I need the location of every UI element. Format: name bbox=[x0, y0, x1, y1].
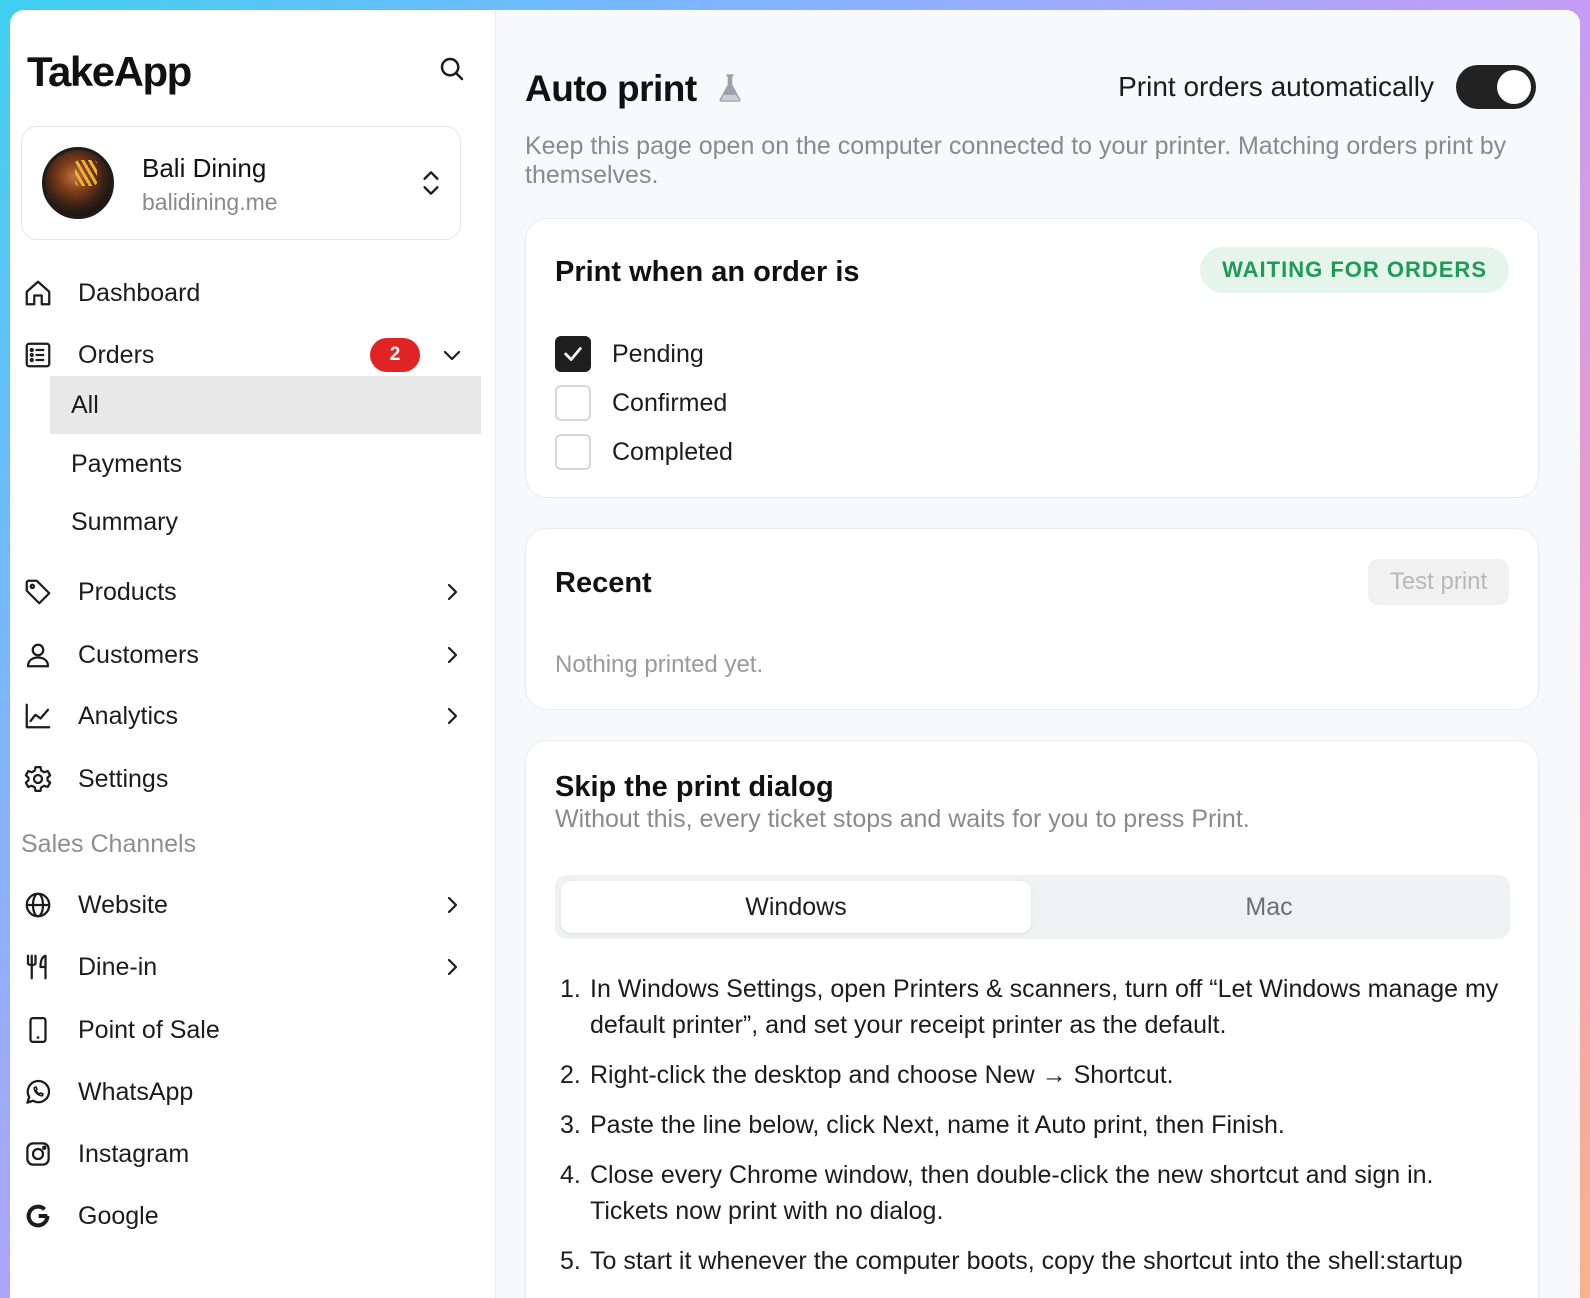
chevron-up-down-icon bbox=[423, 171, 439, 195]
card-title: Skip the print dialog bbox=[555, 771, 834, 803]
gear-icon bbox=[24, 766, 52, 792]
checkbox-row-completed[interactable]: Completed bbox=[555, 434, 733, 470]
completed-checkbox[interactable] bbox=[555, 434, 591, 470]
sidebar-item-label: Products bbox=[78, 577, 177, 606]
instagram-icon bbox=[26, 1142, 50, 1166]
search-icon[interactable] bbox=[437, 54, 467, 84]
google-icon bbox=[26, 1204, 50, 1228]
confirmed-checkbox[interactable] bbox=[555, 385, 591, 421]
sidebar-item-orders[interactable]: Orders 2 bbox=[23, 330, 468, 380]
checkbox-label: Confirmed bbox=[612, 388, 728, 417]
fork-knife-icon bbox=[26, 954, 47, 980]
sidebar-item-point-of-sale[interactable]: Point of Sale bbox=[23, 1005, 468, 1055]
line-chart-icon bbox=[25, 703, 51, 729]
chevron-right-icon bbox=[447, 896, 458, 914]
sidebar-item-google[interactable]: Google bbox=[23, 1191, 468, 1241]
whatsapp-icon bbox=[26, 1079, 51, 1104]
checkbox-label: Completed bbox=[612, 437, 733, 466]
sidebar-item-label: Point of Sale bbox=[78, 1015, 220, 1044]
sidebar-item-products[interactable]: Products bbox=[23, 567, 468, 617]
sidebar-subitem-label: All bbox=[71, 390, 99, 419]
brand-row: TakeApp bbox=[27, 48, 467, 98]
tag-icon bbox=[25, 579, 51, 605]
page-subtitle: Keep this page open on the computer conn… bbox=[525, 132, 1507, 189]
chevron-down-icon[interactable] bbox=[440, 343, 464, 367]
sales-channels-heading: Sales Channels bbox=[21, 830, 197, 858]
tab-windows[interactable]: Windows bbox=[561, 881, 1031, 933]
skip-dialog-card: Skip the print dialog Without this, ever… bbox=[525, 740, 1539, 1298]
card-subtitle: Without this, every ticket stops and wai… bbox=[555, 805, 1250, 833]
checkbox-label: Pending bbox=[612, 339, 704, 368]
sidebar-item-label: Dine-in bbox=[78, 952, 158, 981]
tab-mac[interactable]: Mac bbox=[1034, 881, 1504, 933]
sidebar-item-instagram[interactable]: Instagram bbox=[23, 1129, 468, 1179]
auto-print-toggle[interactable] bbox=[1456, 65, 1536, 109]
chevron-right-icon bbox=[447, 646, 458, 664]
sidebar-item-analytics[interactable]: Analytics bbox=[23, 691, 468, 741]
instruction-step: 3. Paste the line below, click Next, name… bbox=[560, 1111, 1285, 1139]
sidebar-subitem-summary[interactable]: Summary bbox=[50, 493, 481, 551]
instruction-step: 5. To start it whenever the computer boot… bbox=[560, 1247, 1463, 1275]
sidebar-item-label: Website bbox=[78, 890, 168, 919]
page-title: Auto print bbox=[525, 68, 697, 109]
checkbox-row-confirmed[interactable]: Confirmed bbox=[555, 385, 727, 421]
sidebar-item-label: Customers bbox=[78, 640, 199, 669]
main-content: Auto print Print orders automatically Ke… bbox=[496, 10, 1580, 1298]
status-badge: WAITING FOR ORDERS bbox=[1200, 247, 1509, 293]
sidebar-subitem-all[interactable]: All bbox=[50, 376, 481, 434]
print-when-card: Print when an order is WAITING FOR ORDER… bbox=[525, 218, 1539, 498]
instructions-list: 1. In Windows Settings, open Printers & s… bbox=[560, 971, 1500, 1293]
app-logo: TakeApp bbox=[27, 48, 192, 95]
sidebar-item-whatsapp[interactable]: WhatsApp bbox=[23, 1067, 468, 1117]
orders-count-badge: 2 bbox=[370, 338, 420, 372]
app-window: TakeApp Bali Dining balidining.me Dashbo… bbox=[10, 10, 1580, 1298]
store-switcher[interactable]: Bali Dining balidining.me bbox=[21, 126, 461, 240]
flask-icon bbox=[719, 74, 741, 102]
card-title: Print when an order is bbox=[555, 256, 860, 288]
toggle-knob bbox=[1497, 70, 1531, 104]
store-name: Bali Dining bbox=[142, 153, 267, 183]
sidebar-item-label: Analytics bbox=[78, 701, 179, 730]
empty-state-text: Nothing printed yet. bbox=[555, 651, 764, 678]
user-icon bbox=[26, 643, 50, 668]
sidebar-item-label: Settings bbox=[78, 764, 169, 793]
sidebar-subitem-label: Payments bbox=[71, 449, 183, 478]
instruction-step: 1. In Windows Settings, open Printers & s… bbox=[560, 975, 1499, 1039]
recent-card: Recent Test print Nothing printed yet. bbox=[525, 528, 1539, 710]
home-icon bbox=[25, 280, 51, 306]
tablet-icon bbox=[29, 1017, 47, 1043]
sidebar-item-website[interactable]: Website bbox=[23, 880, 468, 930]
store-avatar bbox=[42, 147, 114, 219]
chevron-right-icon bbox=[447, 958, 458, 976]
checkbox-row-pending[interactable]: Pending bbox=[555, 336, 704, 372]
sidebar-item-settings[interactable]: Settings bbox=[23, 754, 468, 804]
instruction-step: 2. Right-click the desktop and choose New… bbox=[560, 1061, 1174, 1089]
test-print-button[interactable]: Test print bbox=[1368, 559, 1509, 605]
sidebar-item-label: Google bbox=[78, 1201, 159, 1230]
sidebar-item-label: Dashboard bbox=[78, 278, 201, 307]
sidebar-subitem-label: Summary bbox=[71, 507, 178, 536]
sidebar-item-dine-in[interactable]: Dine-in bbox=[23, 942, 468, 992]
chevron-right-icon bbox=[447, 583, 458, 601]
sidebar-item-label: Orders bbox=[78, 340, 155, 369]
sidebar-item-label: Instagram bbox=[78, 1139, 190, 1168]
os-segmented-control: Windows Mac bbox=[555, 875, 1510, 939]
store-domain: balidining.me bbox=[142, 189, 278, 215]
instruction-step: 4. Close every Chrome window, then double… bbox=[560, 1161, 1434, 1225]
chevron-right-icon bbox=[447, 707, 458, 725]
card-title: Recent bbox=[555, 567, 652, 599]
globe-icon bbox=[25, 892, 51, 918]
orders-list-icon bbox=[25, 342, 51, 368]
sidebar-item-label: WhatsApp bbox=[78, 1077, 194, 1106]
sidebar-item-customers[interactable]: Customers bbox=[23, 630, 468, 680]
sidebar-subitem-payments[interactable]: Payments bbox=[50, 435, 481, 493]
pending-checkbox[interactable] bbox=[555, 336, 591, 372]
checkmark-icon bbox=[564, 347, 582, 361]
sidebar: TakeApp Bali Dining balidining.me Dashbo… bbox=[10, 10, 496, 1298]
sidebar-item-dashboard[interactable]: Dashboard bbox=[23, 268, 468, 318]
auto-print-toggle-label: Print orders automatically bbox=[1118, 71, 1434, 102]
